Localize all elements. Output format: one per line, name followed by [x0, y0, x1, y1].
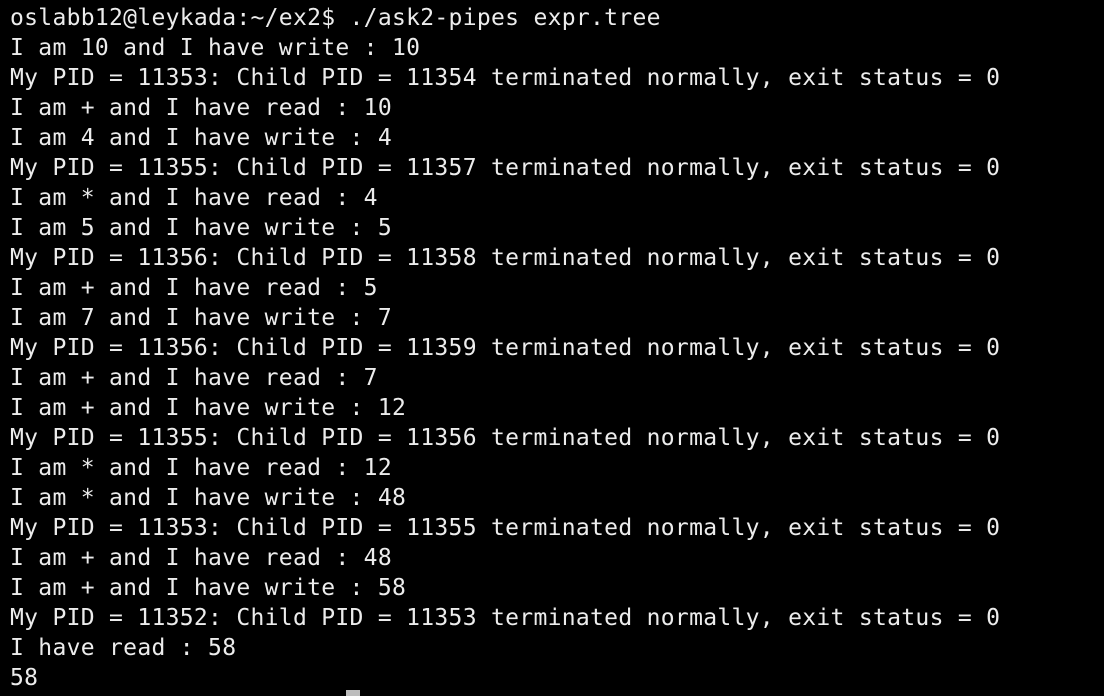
text-cursor [346, 690, 360, 696]
terminal-output: oslabb12@leykada:~/ex2$ ./ask2-pipes exp… [10, 3, 1000, 693]
output-line: I am + and I have read : 7 [10, 365, 378, 391]
output-line: My PID = 11356: Child PID = 11359 termin… [10, 335, 1001, 361]
output-line: 58 [10, 665, 39, 691]
output-line: I am + and I have read : 48 [10, 545, 392, 571]
output-line: I am * and I have read : 12 [10, 455, 392, 481]
output-line: I am * and I have read : 4 [10, 185, 378, 211]
command-prompt-line: oslabb12@leykada:~/ex2$ ./ask2-pipes exp… [10, 5, 661, 31]
output-line: My PID = 11353: Child PID = 11354 termin… [10, 65, 1001, 91]
output-line: I am + and I have write : 12 [10, 395, 407, 421]
output-line: I am 5 and I have write : 5 [10, 215, 392, 241]
output-line: I am * and I have write : 48 [10, 485, 407, 511]
output-line: I have read : 58 [10, 635, 237, 661]
output-line: I am 4 and I have write : 4 [10, 125, 392, 151]
output-line: My PID = 11353: Child PID = 11355 termin… [10, 515, 1001, 541]
output-line: I am + and I have write : 58 [10, 575, 407, 601]
output-line: I am + and I have read : 5 [10, 275, 378, 301]
terminal-window[interactable]: oslabb12@leykada:~/ex2$ ./ask2-pipes exp… [0, 0, 1104, 696]
output-line: My PID = 11355: Child PID = 11357 termin… [10, 155, 1001, 181]
output-line: I am 7 and I have write : 7 [10, 305, 392, 331]
output-line: My PID = 11355: Child PID = 11356 termin… [10, 425, 1001, 451]
output-line: I am 10 and I have write : 10 [10, 35, 421, 61]
output-line: My PID = 11356: Child PID = 11358 termin… [10, 245, 1001, 271]
output-line: I am + and I have read : 10 [10, 95, 392, 121]
output-line: My PID = 11352: Child PID = 11353 termin… [10, 605, 1001, 631]
